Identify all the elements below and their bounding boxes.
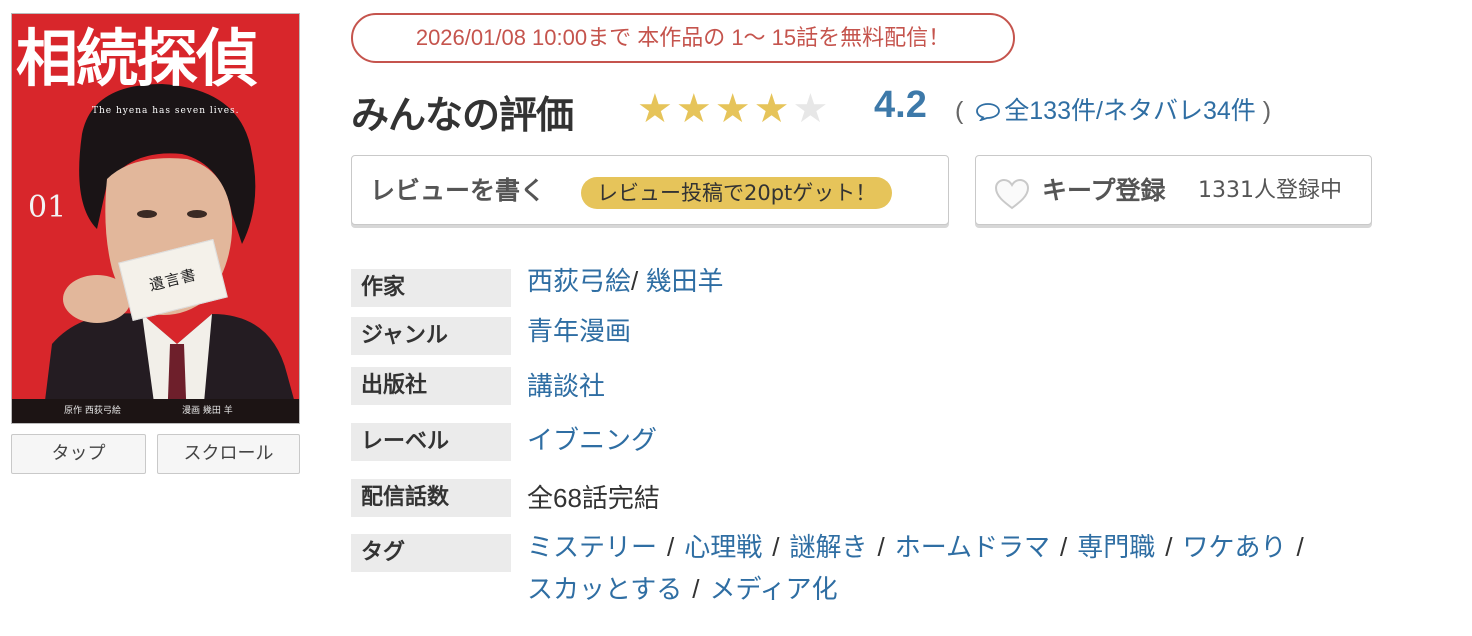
episodes-value: 全68話完結 xyxy=(527,483,660,513)
keep-button[interactable]: キープ登録 1331人登録中 xyxy=(975,155,1372,225)
review-count: ( 全133件/ネタバレ34件 ) xyxy=(955,91,1271,127)
star-icon: ★ xyxy=(675,86,712,132)
tag-separator: / xyxy=(692,574,700,604)
star-icon: ★ xyxy=(753,86,790,132)
rating-label: みんなの評価 xyxy=(351,93,574,137)
genre-link[interactable]: 青年漫画 xyxy=(527,313,631,349)
tags-line-1: ミステリー / 心理戦 / 謎解き / ホームドラマ / 専門職 / ワケあり / xyxy=(527,529,1314,565)
cover-subtitle: The hyena has seven lives. xyxy=(92,106,240,116)
episodes-label: 配信話数 xyxy=(351,479,511,517)
cover-credit: 原作 西荻弓絵 漫画 幾田 羊 xyxy=(12,399,299,423)
tag-link[interactable]: スカッとする xyxy=(527,574,682,604)
cover-title: 相続探偵 xyxy=(16,22,258,95)
tag-link[interactable]: 心理戦 xyxy=(684,532,762,562)
rating-score: 4.2 xyxy=(874,84,927,126)
tag-link[interactable]: ミステリー xyxy=(527,532,657,562)
tag-separator: / xyxy=(1059,532,1068,562)
rating-stars: ★★★★★ xyxy=(637,89,831,129)
tag-link[interactable]: 専門職 xyxy=(1077,532,1155,562)
review-points-badge: レビュー投稿で20ptゲット！ xyxy=(581,177,893,209)
scroll-mode-button[interactable]: スクロール xyxy=(157,434,300,474)
publisher-label: 出版社 xyxy=(351,367,511,405)
tag-separator: / xyxy=(1165,532,1173,562)
tag-link[interactable]: ホームドラマ xyxy=(895,532,1050,562)
keep-count: 1331人登録中 xyxy=(1198,178,1342,203)
star-icon: ★ xyxy=(714,86,751,132)
cover-volume: 01 xyxy=(28,190,67,225)
tags-label: タグ xyxy=(351,534,511,572)
close-paren: ) xyxy=(1262,97,1272,125)
tag-separator: / xyxy=(877,532,885,562)
author-label: 作家 xyxy=(351,269,511,307)
author-values: 西荻弓絵/ 幾田羊 xyxy=(527,263,723,299)
author-link[interactable]: 幾田羊 xyxy=(645,266,723,296)
tag-link[interactable]: ワケあり xyxy=(1182,532,1286,562)
write-review-label: レビューを書く xyxy=(370,176,546,205)
star-icon: ★ xyxy=(637,86,673,132)
write-review-button[interactable]: レビューを書く レビュー投稿で20ptゲット！ xyxy=(351,155,949,225)
author-link[interactable]: 西荻弓絵 xyxy=(527,266,631,296)
tap-mode-button[interactable]: タップ xyxy=(11,434,146,474)
tag-separator: / xyxy=(772,532,780,562)
imprint-label: レーベル xyxy=(351,423,511,461)
genre-label: ジャンル xyxy=(351,317,511,355)
free-campaign-badge: 2026/01/08 10:00まで 本作品の 1〜 15話を無料配信！ xyxy=(351,13,1015,63)
tag-separator: / xyxy=(667,532,675,562)
cover-image[interactable]: 相続探偵 The hyena has seven lives. 01 遺言書 原… xyxy=(11,13,300,424)
author-slash: / xyxy=(631,266,646,296)
open-paren: ( xyxy=(955,97,964,125)
cover-credit-story: 原作 西荻弓絵 xyxy=(64,406,121,416)
star-empty-icon: ★ xyxy=(792,86,829,132)
keep-label: キープ登録 xyxy=(1042,176,1166,205)
tags-line-2: スカッとする / メディア化 xyxy=(527,571,838,607)
cover-credit-art: 漫画 幾田 羊 xyxy=(182,406,233,416)
heart-icon xyxy=(994,178,1030,210)
imprint-link[interactable]: イブニング xyxy=(527,422,657,458)
tag-separator: / xyxy=(1296,532,1304,562)
reviews-link[interactable]: 全133件/ネタバレ34件 xyxy=(1004,97,1255,125)
publisher-link[interactable]: 講談社 xyxy=(527,368,605,404)
speech-bubble-icon xyxy=(976,103,1001,121)
tag-link[interactable]: メディア化 xyxy=(709,574,837,604)
tag-link[interactable]: 謎解き xyxy=(790,532,868,562)
